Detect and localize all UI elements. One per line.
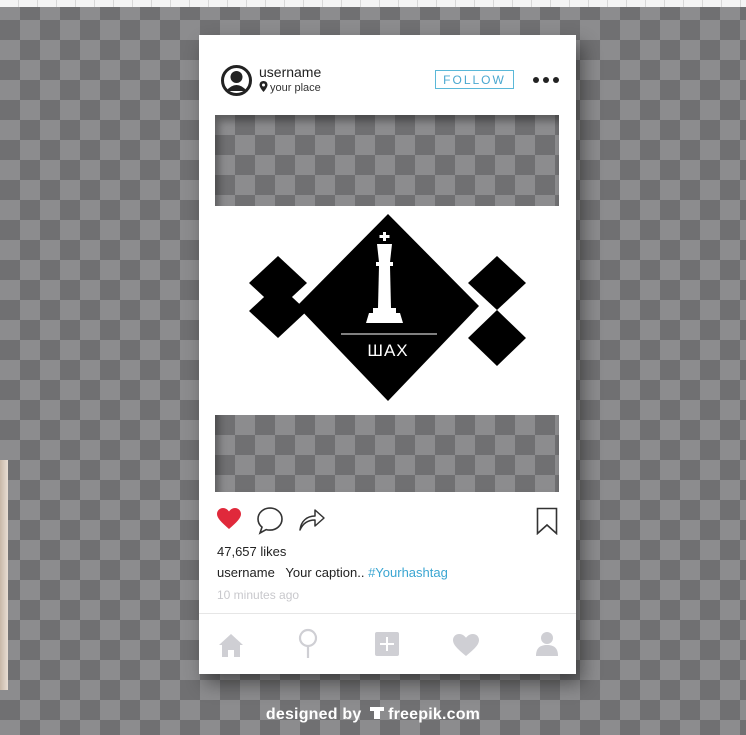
add-icon[interactable] [374, 631, 400, 657]
post-card: username your place FOLLOW ШАХ 47,657 li… [199, 35, 576, 674]
location-label: your place [270, 82, 321, 94]
share-arrow-icon[interactable] [297, 505, 327, 533]
caption: username Your caption.. #Yourhashtag [217, 565, 448, 580]
profile-icon[interactable] [535, 631, 559, 657]
follow-button[interactable]: FOLLOW [435, 70, 514, 89]
caption-username[interactable]: username [217, 565, 275, 580]
post-timestamp: 10 minutes ago [217, 588, 300, 602]
like-heart-icon[interactable] [216, 507, 242, 531]
post-username[interactable]: username [259, 64, 321, 80]
bottom-nav [199, 613, 576, 674]
credit-watermark: designed by freepik.com [0, 705, 746, 724]
chess-logo: ШАХ [249, 214, 526, 401]
freepik-logo-icon [370, 707, 385, 719]
neighbor-thumbnail-edge [0, 460, 8, 690]
ruler-edge [0, 0, 746, 7]
home-icon[interactable] [218, 632, 244, 658]
likes-count[interactable]: 47,657 likes [217, 544, 286, 559]
credit-brand: freepik.com [388, 706, 481, 723]
bookmark-icon[interactable] [536, 507, 558, 535]
heart-icon[interactable] [452, 633, 480, 657]
logo-text: ШАХ [367, 341, 408, 360]
avatar[interactable] [221, 65, 252, 96]
hashtag-link[interactable]: #Yourhashtag [368, 565, 448, 580]
post-image[interactable]: ШАХ [215, 115, 559, 492]
location-pin-icon [259, 81, 268, 92]
more-options-icon[interactable] [532, 73, 560, 87]
comment-icon[interactable] [255, 505, 285, 535]
search-icon[interactable] [297, 628, 319, 660]
caption-text: Your caption.. [285, 565, 365, 580]
post-location[interactable]: your place [259, 81, 321, 94]
credit-prefix: designed by [265, 706, 362, 723]
